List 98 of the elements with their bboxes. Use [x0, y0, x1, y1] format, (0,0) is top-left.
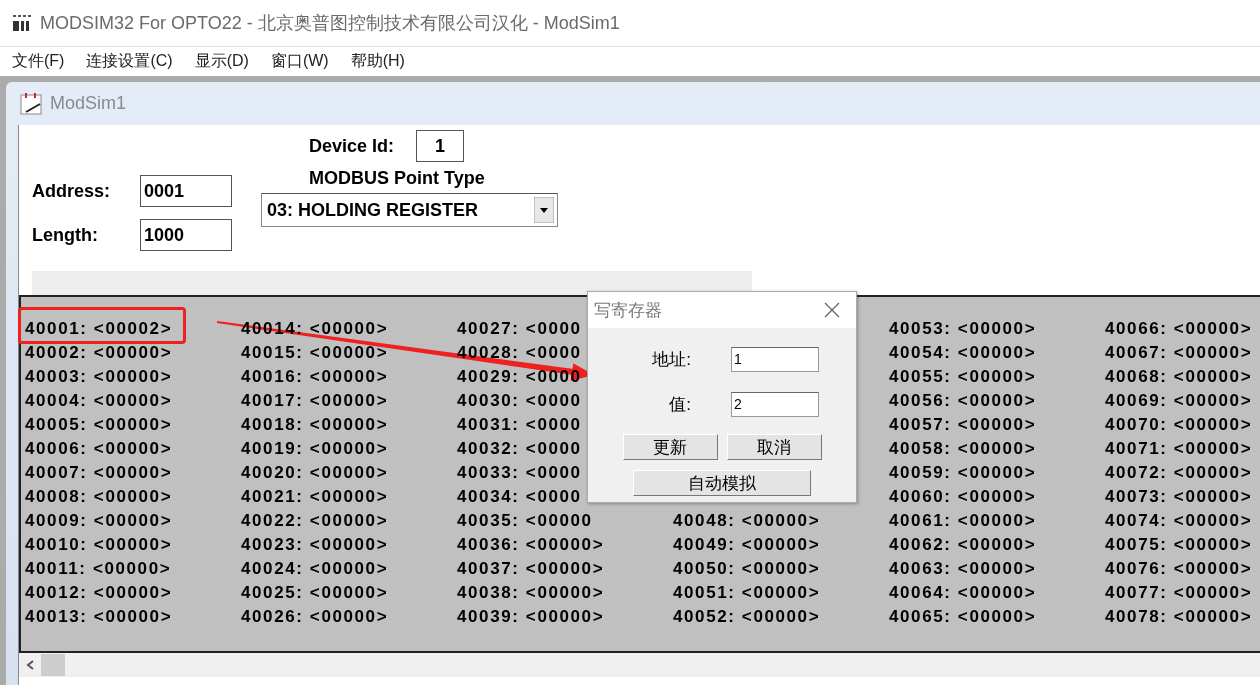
- menu-item[interactable]: 文件(F): [12, 51, 65, 72]
- menu-item[interactable]: 帮助(H): [350, 51, 405, 72]
- register-value: 40038: <00000>: [457, 583, 605, 603]
- register-value: 40016: <00000>: [241, 367, 389, 387]
- caret-icon: [534, 197, 554, 223]
- register-value: 40067: <00000>: [1105, 343, 1253, 363]
- register-value: 40020: <00000>: [241, 463, 389, 483]
- register-value: 40009: <00000>: [25, 511, 173, 531]
- register-value: 40003: <00000>: [25, 367, 173, 387]
- register-value: 40037: <00000>: [457, 559, 605, 579]
- register-value: 40035: <00000: [457, 511, 593, 531]
- register-value: 40060: <00000>: [889, 487, 1037, 507]
- register-value: 40048: <00000>: [673, 511, 821, 531]
- register-value: 40074: <00000>: [1105, 511, 1253, 531]
- dialog-button[interactable]: 取消: [726, 434, 822, 460]
- device-id-field[interactable]: 1: [416, 130, 465, 162]
- register-value: 40066: <00000>: [1105, 319, 1253, 339]
- register-value: 40033: <0000: [457, 463, 582, 483]
- register-value: 40005: <00000>: [25, 415, 173, 435]
- register-value: 40036: <00000>: [457, 535, 605, 555]
- register-value: 40078: <00000>: [1105, 607, 1253, 627]
- register-value: 40008: <00000>: [25, 487, 173, 507]
- scroll-thumb[interactable]: [41, 654, 65, 676]
- device-id-label: Device Id:: [309, 135, 395, 157]
- register-value: 40011: <00000>: [25, 559, 172, 579]
- input-field[interactable]: 1: [731, 346, 819, 372]
- child-window-title: ModSim1: [50, 93, 127, 114]
- register-value: 40068: <00000>: [1105, 367, 1253, 387]
- register-value: 40039: <00000>: [457, 607, 605, 627]
- register-value: 40061: <00000>: [889, 511, 1037, 531]
- close-icon[interactable]: [824, 302, 840, 318]
- register-value: 40053: <00000>: [889, 319, 1037, 339]
- register-value: 40069: <00000>: [1105, 391, 1253, 411]
- register-value: 40057: <00000>: [889, 415, 1037, 435]
- register-value: 40019: <00000>: [241, 439, 389, 459]
- register-value: 40010: <00000>: [25, 535, 173, 555]
- register-value: 40024: <00000>: [241, 559, 389, 579]
- register-value: 40017: <00000>: [241, 391, 389, 411]
- register-value: 40075: <00000>: [1105, 535, 1253, 555]
- field-label: 地址:: [651, 348, 692, 371]
- register-value: 40050: <00000>: [673, 559, 821, 579]
- register-value: 40027: <0000: [457, 319, 582, 339]
- register-value: 40077: <00000>: [1105, 583, 1253, 603]
- register-value: 40022: <00000>: [241, 511, 389, 531]
- dialog-title: 写寄存器: [594, 299, 662, 322]
- register-value: 40055: <00000>: [889, 367, 1037, 387]
- register-value: 40064: <00000>: [889, 583, 1037, 603]
- point-type-dropdown[interactable]: 03: HOLDING REGISTER: [261, 193, 558, 227]
- menu-item[interactable]: 窗口(W): [270, 51, 329, 72]
- menu-item[interactable]: 连接设置(C): [86, 51, 173, 72]
- register-value: 40002: <00000>: [25, 343, 173, 363]
- length-label: Length:: [32, 224, 99, 246]
- register-value: 40025: <00000>: [241, 583, 389, 603]
- register-value: 40056: <00000>: [889, 391, 1037, 411]
- register-value: 40031: <0000: [457, 415, 582, 435]
- register-value: 40018: <00000>: [241, 415, 389, 435]
- register-value: 40032: <0000: [457, 439, 582, 459]
- register-value: 40054: <00000>: [889, 343, 1037, 363]
- register-value: 40051: <00000>: [673, 583, 821, 603]
- length-field[interactable]: 1000: [140, 219, 232, 251]
- register-value: 40049: <00000>: [673, 535, 821, 555]
- register-value: 40062: <00000>: [889, 535, 1037, 555]
- register-value: 40065: <00000>: [889, 607, 1037, 627]
- register-value: 40023: <00000>: [241, 535, 389, 555]
- register-value: 40013: <00000>: [25, 607, 173, 627]
- register-value: 40028: <0000: [457, 343, 582, 363]
- register-value: 40007: <00000>: [25, 463, 173, 483]
- auto-simulate-button[interactable]: 自动模拟: [633, 470, 811, 496]
- input-field[interactable]: 2: [731, 391, 819, 417]
- register-value: 40006: <00000>: [25, 439, 173, 459]
- register-value: 40004: <00000>: [25, 391, 173, 411]
- register-value: 40071: <00000>: [1105, 439, 1253, 459]
- register-value: 40029: <0000: [457, 367, 582, 387]
- register-value: 40021: <00000>: [241, 487, 389, 507]
- register-value: 40012: <00000>: [25, 583, 173, 603]
- register-value: 40026: <00000>: [241, 607, 389, 627]
- register-value: 40063: <00000>: [889, 559, 1037, 579]
- dialog-button[interactable]: 更新: [622, 434, 718, 460]
- address-label: Address:: [32, 180, 112, 202]
- horizontal-scrollbar[interactable]: [19, 653, 1260, 677]
- field-label: 值:: [668, 393, 692, 416]
- register-value: 40034: <0000: [457, 487, 582, 507]
- menu-item[interactable]: 显示(D): [194, 51, 249, 72]
- register-value: 40070: <00000>: [1105, 415, 1253, 435]
- app-icon: [12, 13, 34, 33]
- register-value: 40076: <00000>: [1105, 559, 1253, 579]
- window-title: MODSIM32 For OPTO22 - 北京奥普图控制技术有限公司汉化 - ModSim1: [40, 12, 620, 35]
- register-value: 40052: <00000>: [673, 607, 821, 627]
- register-value: 40073: <00000>: [1105, 487, 1253, 507]
- point-type-label: MODBUS Point Type: [308, 168, 486, 189]
- address-field[interactable]: 0001: [140, 175, 232, 207]
- register-value: 40058: <00000>: [889, 439, 1037, 459]
- calendar-icon: [20, 91, 44, 116]
- register-value: 40072: <00000>: [1105, 463, 1253, 483]
- register-value: 40015: <00000>: [241, 343, 389, 363]
- register-value: 40059: <00000>: [889, 463, 1037, 483]
- register-value: 40030: <0000: [457, 391, 582, 411]
- register-value: 40001: <00002>: [25, 319, 173, 339]
